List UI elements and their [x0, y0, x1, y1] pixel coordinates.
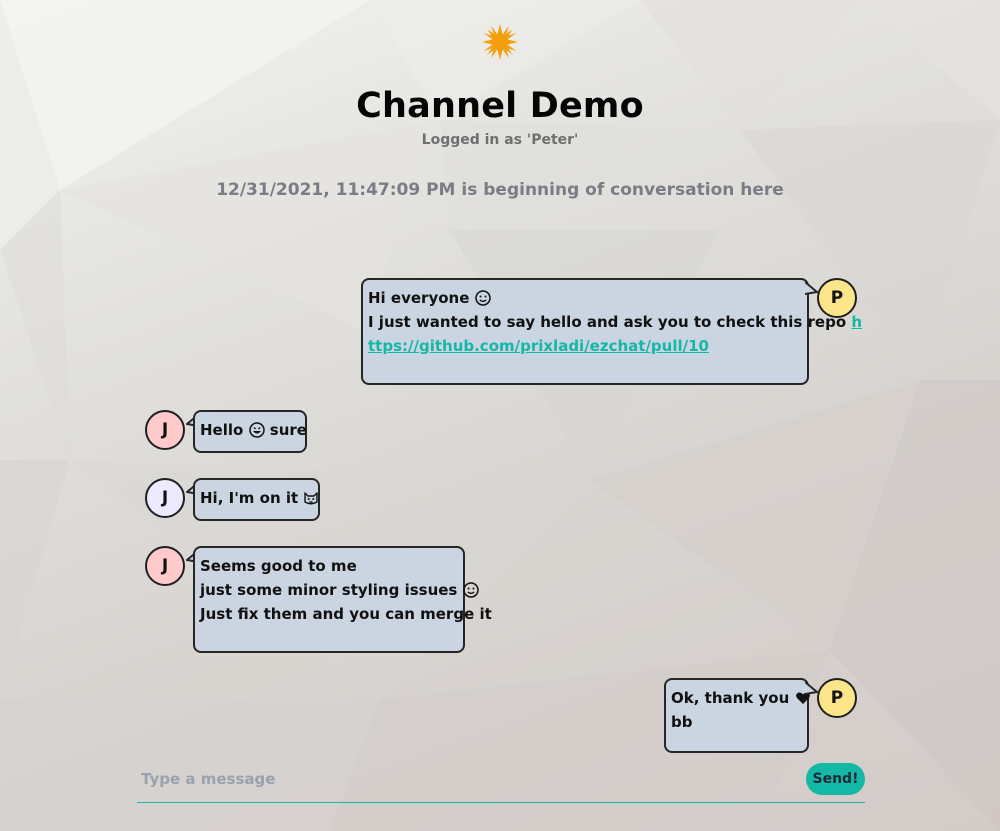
slightly-smiling-face-icon — [474, 290, 491, 306]
message-bubble: Hi everyone I just wanted to say hello a… — [361, 278, 862, 385]
message-bubble: Hello sure — [193, 410, 307, 453]
cat-face-icon — [304, 492, 319, 505]
avatar: J — [145, 478, 185, 518]
message-line: sure — [269, 421, 307, 439]
message-line: Ok, thank you — [671, 689, 790, 707]
message-line: I just wanted to say hello and ask you t… — [368, 313, 847, 331]
slightly-smiling-face-icon — [462, 582, 479, 598]
message-line: bb — [671, 713, 693, 731]
message-line: Just fix them and you can merge it — [200, 605, 492, 623]
message-bubble: Hi, I'm on it — [193, 478, 320, 521]
message-bubble: Ok, thank you bb — [664, 678, 810, 753]
message-line: Hello — [200, 421, 244, 439]
message-line: Hi everyone — [368, 289, 470, 307]
message-input[interactable] — [137, 764, 805, 794]
repo-link-start[interactable]: h — [851, 313, 862, 331]
conversation-start-label: 12/31/2021, 11:47:09 PM is beginning of … — [216, 180, 784, 200]
message-composer: Send! — [137, 760, 865, 803]
message-line: Seems good to me — [200, 557, 357, 575]
send-button[interactable]: Send! — [806, 763, 865, 795]
grinning-face-icon — [248, 422, 265, 438]
avatar: P — [817, 278, 857, 318]
sun-icon — [482, 24, 518, 60]
message-bubble: Seems good to me just some minor styling… — [193, 546, 492, 653]
avatar: P — [817, 678, 857, 718]
message-line: Hi, I'm on it — [200, 489, 299, 507]
avatar: J — [145, 546, 185, 586]
avatar: J — [145, 410, 185, 450]
message-line: just some minor styling issues — [200, 581, 458, 599]
repo-link[interactable]: ttps://github.com/prixladi/ezchat/pull/1… — [368, 337, 709, 355]
logged-in-label: Logged in as 'Peter' — [421, 132, 579, 148]
page-title: Channel Demo — [356, 86, 644, 126]
